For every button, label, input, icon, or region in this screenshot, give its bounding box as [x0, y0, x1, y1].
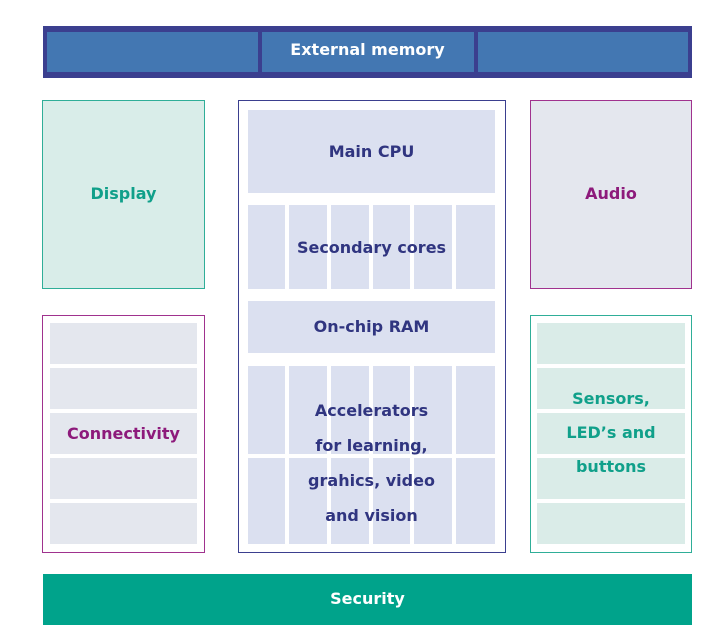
connectivity-block: Connectivity: [42, 315, 205, 553]
main-cpu-block: Main CPU: [248, 110, 495, 193]
accelerators-block: Accelerators for learning, grahics, vide…: [248, 366, 495, 544]
sensors-label-line: LED’s and: [566, 423, 656, 442]
on-chip-ram-label: On-chip RAM: [313, 317, 430, 336]
sensors-row: [537, 323, 685, 364]
external-memory-block: External memory: [43, 26, 692, 78]
accelerators-label-line: and vision: [325, 506, 418, 525]
accelerators-label-line: for learning,: [315, 436, 428, 455]
accelerators-label-line: Accelerators: [314, 401, 429, 420]
connectivity-row: [50, 503, 197, 544]
security-label: Security: [330, 589, 405, 608]
display-block: Display: [42, 100, 205, 289]
sensors-label-line: buttons: [575, 457, 647, 476]
sensors-row: [537, 503, 685, 544]
connectivity-row: [50, 458, 197, 499]
connectivity-row: [50, 368, 197, 409]
on-chip-ram-block: On-chip RAM: [248, 301, 495, 353]
accelerators-label-line: grahics, video: [308, 471, 435, 490]
connectivity-row: [50, 323, 197, 364]
audio-block: Audio: [530, 100, 692, 289]
display-label: Display: [90, 184, 157, 203]
sensors-block: Sensors, LED’s and buttons: [530, 315, 692, 553]
main-cpu-label: Main CPU: [328, 142, 415, 161]
accelerators-label: Accelerators for learning, grahics, vide…: [248, 393, 495, 533]
soc-block: Main CPU Secondary cores On-chip RAM Acc…: [238, 100, 506, 553]
secondary-cores-label: Secondary cores: [296, 238, 447, 257]
secondary-cores-block: Secondary cores: [248, 205, 495, 289]
security-block: Security: [43, 574, 692, 625]
sensors-label: Sensors, LED’s and buttons: [531, 382, 691, 484]
connectivity-label: Connectivity: [67, 424, 180, 443]
sensors-label-line: Sensors,: [572, 389, 650, 408]
external-memory-label: External memory: [290, 40, 445, 59]
audio-label: Audio: [585, 184, 637, 203]
